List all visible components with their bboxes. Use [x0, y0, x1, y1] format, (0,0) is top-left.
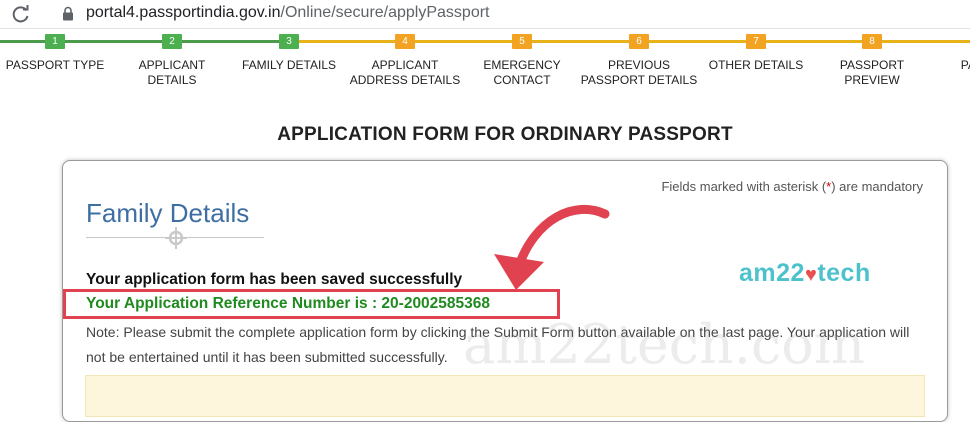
step-badge[interactable]: 5: [512, 34, 532, 49]
section-title: Family Details: [86, 198, 250, 228]
logo-text-left: am22: [739, 259, 805, 287]
step-connector: [172, 40, 289, 43]
mandatory-note: Fields marked with asterisk (*) are mand…: [661, 179, 923, 194]
submission-note: Note: Please submit the complete applica…: [86, 324, 910, 365]
step-badge[interactable]: 4: [395, 34, 415, 49]
alert-box: [85, 375, 925, 417]
step-label[interactable]: PASSPORT PREVIEW: [812, 58, 932, 88]
browser-address-bar: portal4.passportindia.gov.in/Online/secu…: [0, 0, 970, 29]
heart-icon: ♥: [804, 264, 818, 286]
logo-text-right: tech: [817, 259, 871, 287]
page-title: APPLICATION FORM FOR ORDINARY PASSPORT: [277, 124, 733, 145]
step-connector: [522, 40, 639, 43]
step-label[interactable]: FAMILY DETAILS: [229, 58, 349, 73]
brand-logo: am22♥tech: [739, 259, 871, 288]
lock-icon[interactable]: [62, 6, 74, 21]
step-connector: [405, 40, 522, 43]
crosshair-icon: [165, 227, 187, 249]
step-badge[interactable]: 7: [746, 34, 766, 49]
step-badge[interactable]: 3: [279, 34, 299, 49]
url-host: portal4.passportindia.gov.in: [86, 4, 281, 21]
step-badge[interactable]: 1: [45, 34, 65, 49]
step-badge[interactable]: 2: [162, 34, 182, 49]
step-connector: [756, 40, 872, 43]
step-label[interactable]: PREVIOUS PASSPORT DETAILS: [579, 58, 699, 88]
mandatory-prefix: Fields marked with asterisk (: [661, 179, 827, 194]
step-connector: [872, 40, 970, 43]
step-label[interactable]: EMERGENCY CONTACT: [462, 58, 582, 88]
step-connector: [289, 40, 405, 43]
mandatory-suffix: ) are mandatory: [831, 179, 923, 194]
pointer-arrow-icon: [494, 205, 610, 290]
step-badge[interactable]: 6: [629, 34, 649, 49]
step-label[interactable]: PASSPO VER: [925, 58, 970, 88]
step-label[interactable]: APPLICANT DETAILS: [112, 58, 232, 88]
step-connector: [639, 40, 756, 43]
reference-number-message: Your Application Reference Number is : 2…: [86, 295, 491, 312]
reload-icon[interactable]: [10, 3, 32, 25]
url-path: /Online/secure/applyPassport: [280, 4, 490, 21]
step-label[interactable]: APPLICANT ADDRESS DETAILS: [345, 58, 465, 88]
step-label[interactable]: PASSPORT TYPE: [0, 58, 115, 73]
step-badge[interactable]: 8: [862, 34, 882, 49]
url-field[interactable]: portal4.passportindia.gov.in/Online/secu…: [86, 4, 490, 22]
step-label[interactable]: OTHER DETAILS: [696, 58, 816, 73]
progress-steps: 1 PASSPORT TYPE 2 APPLICANT DETAILS 3 FAMILY …: [0, 28, 970, 98]
step-connector: [55, 40, 172, 43]
success-message: Your application form has been saved suc…: [86, 271, 463, 288]
